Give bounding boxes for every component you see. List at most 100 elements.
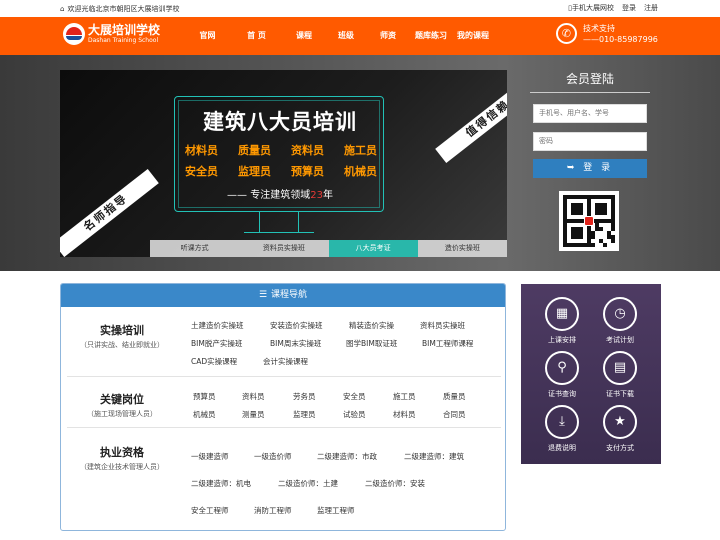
group-title: 关键岗位: [100, 393, 144, 406]
quick-link-certificate-query[interactable]: ⚲ 证书查询: [537, 351, 587, 399]
top-register-link[interactable]: 注册: [644, 3, 658, 13]
school-logo[interactable]: 大展培训学校 Dashan Training School: [63, 23, 160, 45]
login-icon: ➥: [566, 163, 578, 173]
course-link[interactable]: 合同员: [443, 409, 466, 420]
course-link[interactable]: 二级建造师：建筑: [404, 451, 464, 462]
search-icon: ⚲: [545, 351, 579, 385]
course-link[interactable]: 施工员: [393, 391, 416, 402]
nav-menu: 官网 首 页 课程 班级 师资 题库练习 我的课程: [190, 17, 492, 55]
star-icon: ★: [603, 405, 637, 439]
course-link[interactable]: 监理员: [293, 409, 316, 420]
banner-title: 建筑八大员培训: [203, 110, 357, 134]
promo-banner[interactable]: 建筑八大员培训 材料员 质量员 资料员 施工员 安全员 监理员 预算员 机械员 …: [60, 70, 507, 257]
course-link[interactable]: 土建造价实操班: [191, 320, 244, 331]
course-link[interactable]: 安全员: [343, 391, 366, 402]
logo-emblem-icon: [63, 23, 85, 45]
course-nav-header: ☰ 课程导航: [61, 284, 505, 307]
banner-tab-listening[interactable]: 听课方式: [150, 240, 240, 257]
calendar-icon: ▦: [545, 297, 579, 331]
group-title: 执业资格: [100, 446, 144, 459]
banner-slogan: —— 专注建筑领域23年: [227, 190, 333, 201]
course-link[interactable]: 二级造价师：土建: [278, 478, 338, 489]
course-link[interactable]: BIM周末实操班: [270, 338, 321, 349]
course-link[interactable]: 材料员: [393, 409, 416, 420]
quick-link-class-schedule[interactable]: ▦ 上课安排: [537, 297, 587, 345]
course-link[interactable]: BIM脱产实操班: [191, 338, 242, 349]
course-link[interactable]: 精装造价实操: [349, 320, 394, 331]
ribbon-right: 值得信赖: [435, 74, 507, 164]
course-link[interactable]: 质量员: [443, 391, 466, 402]
group-subtitle: （只讲实战、结业即就业）: [80, 341, 164, 349]
nav-question-bank[interactable]: 题库练习: [412, 17, 450, 55]
password-input[interactable]: [533, 132, 647, 151]
top-login-link[interactable]: 登录: [622, 3, 636, 13]
course-link[interactable]: 二级造价师：安装: [365, 478, 425, 489]
course-link[interactable]: 资料员: [242, 391, 265, 402]
course-link[interactable]: 监理工程师: [317, 505, 355, 516]
document-icon: ▤: [603, 351, 637, 385]
nav-classes[interactable]: 班级: [330, 17, 362, 55]
list-icon: ☰: [258, 290, 268, 300]
welcome-text: 欢迎光临北京市朝阳区大展培训学校: [67, 5, 180, 13]
banner-tab-data-clerk[interactable]: 资料员实操班: [239, 240, 329, 257]
download-icon: ⤓: [545, 405, 579, 439]
course-group-qualifications: 执业资格 （建筑企业技术管理人员） 一级建造师 一级造价师 二级建造师：市政 二…: [67, 428, 501, 528]
group-subtitle: （施工现场管理人员）: [87, 410, 157, 418]
course-link[interactable]: 二级建造师：市政: [317, 451, 377, 462]
nav-courses[interactable]: 课程: [288, 17, 320, 55]
course-link[interactable]: 一级建造师: [191, 451, 229, 462]
quick-link-refund-info[interactable]: ⤓ 退费说明: [537, 405, 587, 453]
course-group-key-positions: 关键岗位 （施工现场管理人员） 预算员 资料员 劳务员 安全员 施工员 质量员 …: [67, 377, 501, 428]
login-button[interactable]: ➥ 登 录: [533, 159, 647, 178]
course-link[interactable]: BIM工程师课程: [422, 338, 473, 349]
course-link[interactable]: 资料员实操班: [420, 320, 465, 331]
clock-icon: ◷: [603, 297, 637, 331]
nav-official-site[interactable]: 官网: [190, 17, 225, 55]
support-phone: ——010-85987996: [583, 35, 658, 44]
course-link[interactable]: 试验员: [343, 409, 366, 420]
username-input[interactable]: [533, 104, 647, 123]
course-link[interactable]: 消防工程师: [254, 505, 292, 516]
course-link[interactable]: 劳务员: [293, 391, 316, 402]
mobile-school-label: 手机大展网校: [572, 4, 614, 12]
quick-link-payment-methods[interactable]: ★ 支付方式: [595, 405, 645, 453]
course-navigation: ☰ 课程导航 实操培训 （只讲实战、结业即就业） 土建造价实操班 安装造价实操班 …: [60, 283, 506, 531]
course-link[interactable]: 安装造价实操班: [270, 320, 323, 331]
quick-link-certificate-download[interactable]: ▤ 证书下载: [595, 351, 645, 399]
support-label: 技术支持: [583, 24, 615, 33]
quick-links-panel: ▦ 上课安排 ◷ 考试计划 ⚲ 证书查询 ▤ 证书下载 ⤓ 退费说明 ★ 支付方…: [521, 284, 661, 464]
group-title: 实操培训: [100, 324, 144, 337]
course-link[interactable]: 图学BIM取证班: [346, 338, 397, 349]
course-link[interactable]: 测量员: [242, 409, 265, 420]
top-bar: ⌂ 欢迎光临北京市朝阳区大展培训学校 ▯手机大展网校 登录 注册: [0, 0, 720, 17]
logo-name: 大展培训学校: [88, 22, 161, 37]
main-nav: 大展培训学校 Dashan Training School 官网 首 页 课程 …: [0, 17, 720, 55]
login-title: 会员登陆: [530, 70, 650, 93]
course-link[interactable]: 预算员: [193, 391, 216, 402]
course-link[interactable]: 二级建造师：机电: [191, 478, 251, 489]
group-subtitle: （建筑企业技术管理人员）: [80, 463, 164, 471]
banner-tabs: 听课方式 资料员实操班 八大员考证 造价实操班: [150, 240, 507, 257]
qr-code: [559, 191, 619, 251]
banner-roles-row1: 材料员 质量员 资料员 施工员: [185, 144, 377, 157]
quick-link-exam-plan[interactable]: ◷ 考试计划: [595, 297, 645, 345]
tech-support: ✆ 技术支持 ——010-85987996: [556, 23, 658, 46]
ribbon-left: 名师指导: [60, 168, 159, 257]
course-link[interactable]: 机械员: [193, 409, 216, 420]
course-link[interactable]: 会计实操课程: [263, 356, 308, 367]
home-icon: ⌂: [60, 5, 65, 13]
course-group-practice: 实操培训 （只讲实战、结业即就业） 土建造价实操班 安装造价实操班 精装造价实操…: [67, 307, 501, 377]
banner-tab-eight-roles[interactable]: 八大员考证: [328, 240, 418, 257]
nav-teachers[interactable]: 师资: [372, 17, 404, 55]
course-link[interactable]: 安全工程师: [191, 505, 229, 516]
course-link[interactable]: CAD实操课程: [191, 356, 237, 367]
logo-english-name: Dashan Training School: [88, 36, 159, 44]
phone-icon: ✆: [556, 23, 577, 44]
mobile-school-link[interactable]: ▯手机大展网校: [568, 3, 614, 13]
banner-tab-cost[interactable]: 造价实操班: [417, 240, 507, 257]
welcome-message: ⌂ 欢迎光临北京市朝阳区大展培训学校: [60, 4, 179, 14]
member-login: 会员登陆 ➥ 登 录: [530, 70, 650, 251]
nav-my-courses[interactable]: 我的课程: [454, 17, 492, 55]
nav-home[interactable]: 首 页: [235, 17, 278, 55]
course-link[interactable]: 一级造价师: [254, 451, 292, 462]
